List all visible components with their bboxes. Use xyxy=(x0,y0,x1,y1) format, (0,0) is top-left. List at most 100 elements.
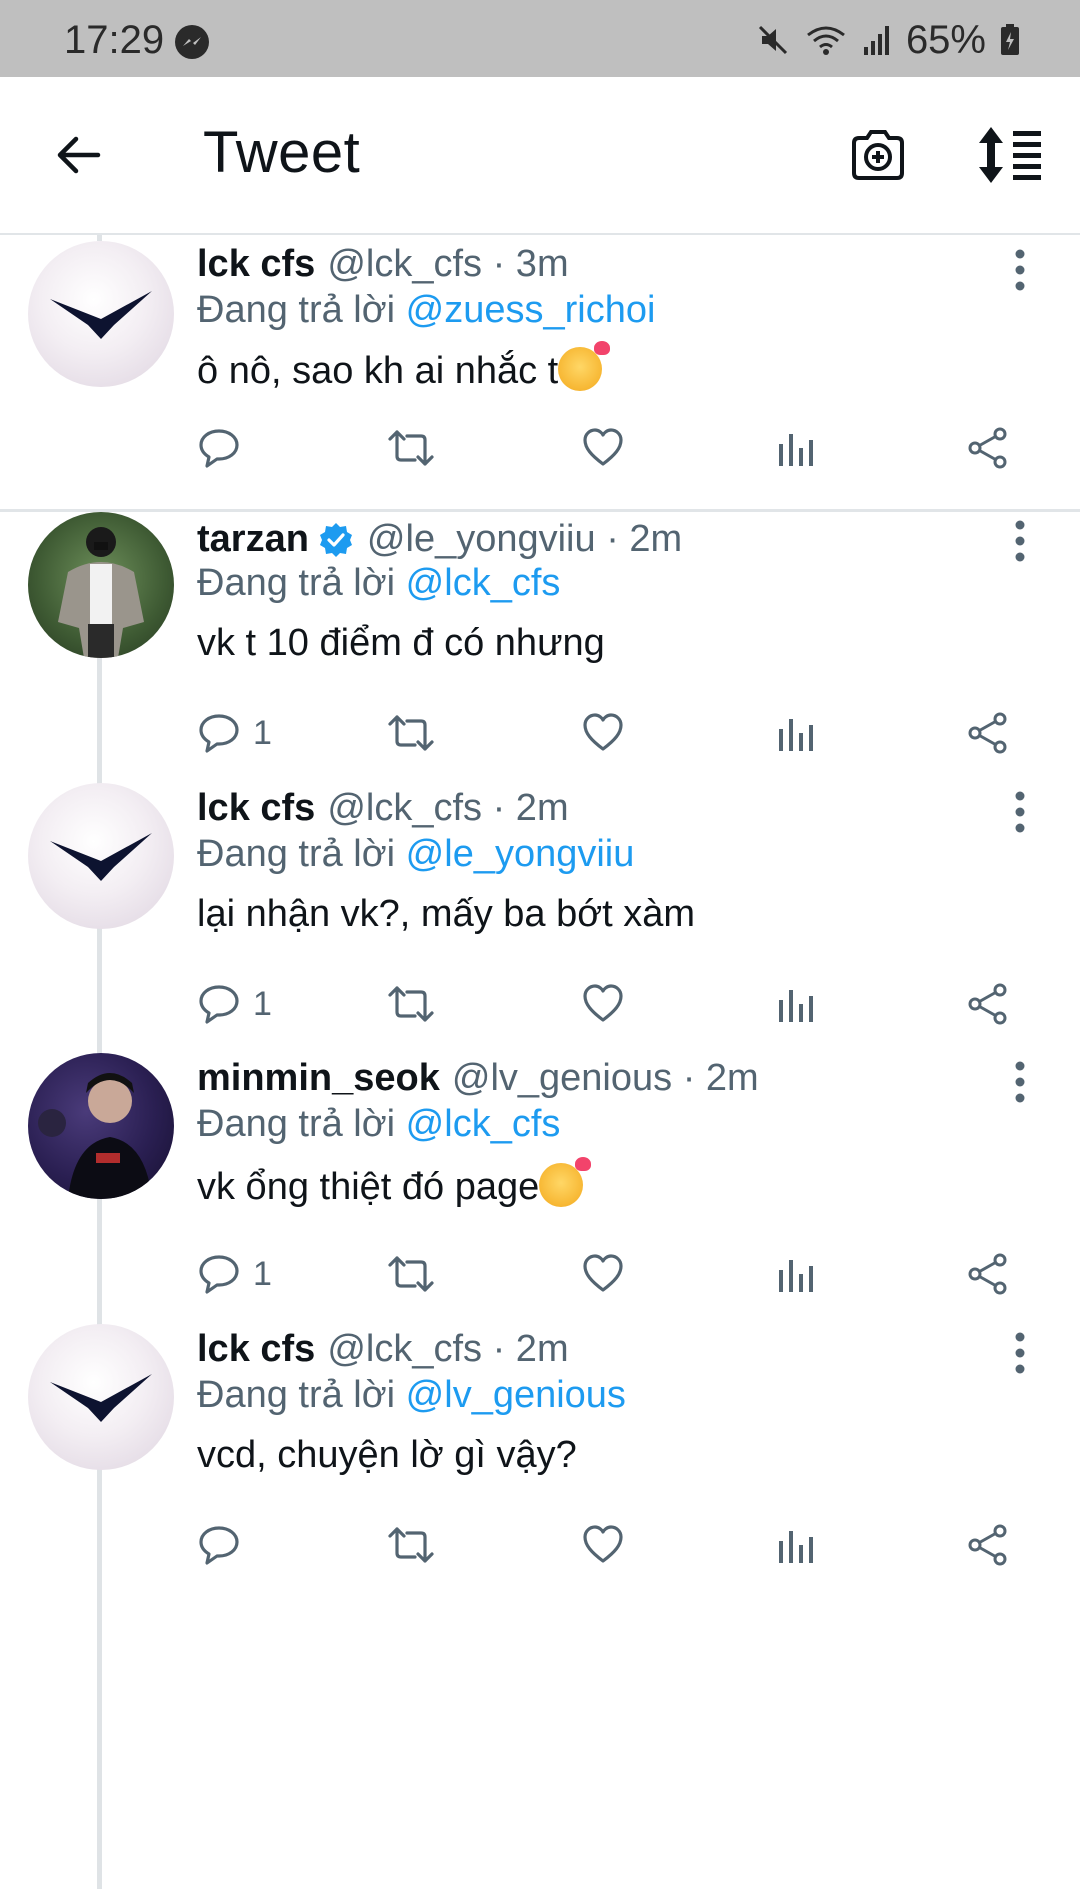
more-options-icon[interactable] xyxy=(1005,1057,1035,1107)
reply-context: Đang trả lời @zuess_richoi xyxy=(197,289,655,332)
retweet-button[interactable] xyxy=(387,1249,435,1299)
user-handle: @lck_cfs xyxy=(327,243,483,285)
reply-mention[interactable]: @le_yongviiu xyxy=(406,833,635,875)
like-button[interactable] xyxy=(581,423,625,473)
retweet-button[interactable] xyxy=(387,1520,435,1570)
tweet-text: vk ổng thiệt đó page xyxy=(197,1157,592,1209)
smiling-face-with-hearts-emoji xyxy=(539,1157,592,1207)
reply-count: 1 xyxy=(253,984,272,1023)
reply-button[interactable] xyxy=(197,1520,253,1570)
status-bar: 17:29 65% xyxy=(0,0,1080,77)
messenger-icon xyxy=(174,24,210,60)
like-button[interactable] xyxy=(581,708,625,758)
analytics-button[interactable] xyxy=(776,1249,816,1299)
like-button[interactable] xyxy=(581,1249,625,1299)
tweet-actions xyxy=(0,423,1080,473)
tweet-time: · 2m xyxy=(682,1057,759,1099)
wifi-icon xyxy=(804,23,848,57)
reply-mention[interactable]: @lv_genious xyxy=(406,1374,626,1416)
back-arrow-icon[interactable] xyxy=(52,129,104,181)
retweet-icon xyxy=(387,1252,435,1296)
heart-icon xyxy=(581,426,625,470)
heart-icon xyxy=(581,1252,625,1296)
analytics-icon xyxy=(776,426,816,470)
avatar[interactable] xyxy=(28,1053,174,1199)
analytics-icon xyxy=(776,982,816,1026)
signal-icon xyxy=(862,23,892,57)
like-button[interactable] xyxy=(581,979,625,1029)
reply-prefix: Đang trả lời xyxy=(197,1374,396,1416)
share-button[interactable] xyxy=(966,1520,1010,1570)
more-options-icon[interactable] xyxy=(1005,787,1035,837)
reply-button[interactable] xyxy=(197,423,253,473)
more-options-icon[interactable] xyxy=(1005,1328,1035,1378)
reply-prefix: Đang trả lời xyxy=(197,1103,396,1145)
avatar[interactable] xyxy=(28,783,174,929)
heart-icon xyxy=(581,982,625,1026)
share-icon xyxy=(966,982,1010,1026)
reply-icon xyxy=(197,1523,241,1567)
reply-mention[interactable]: @zuess_richoi xyxy=(406,289,656,331)
share-button[interactable] xyxy=(966,979,1010,1029)
display-name[interactable]: minmin_seok xyxy=(197,1057,440,1100)
tweet-header: lck cfs @lck_cfs · 3m xyxy=(197,243,569,286)
reply-context: Đang trả lời @lck_cfs xyxy=(197,1103,560,1146)
tweet-actions xyxy=(0,1520,1080,1570)
reply-mention[interactable]: @lck_cfs xyxy=(406,1103,561,1145)
reply-icon xyxy=(197,982,241,1026)
verified-badge-icon xyxy=(317,521,355,559)
tweet-time: · 2m xyxy=(606,518,683,560)
retweet-button[interactable] xyxy=(387,708,435,758)
display-name[interactable]: lck cfs xyxy=(197,1328,315,1371)
avatar[interactable] xyxy=(28,512,174,658)
camera-add-icon[interactable] xyxy=(848,125,908,185)
status-time: 17:29 xyxy=(64,18,165,62)
reply-button[interactable]: 1 xyxy=(197,1249,272,1299)
analytics-icon xyxy=(776,711,816,755)
reply-context: Đang trả lời @lv_genious xyxy=(197,1374,626,1417)
display-name[interactable]: tarzan xyxy=(197,518,309,561)
share-button[interactable] xyxy=(966,423,1010,473)
retweet-icon xyxy=(387,982,435,1026)
reply-prefix: Đang trả lời xyxy=(197,562,396,604)
display-name[interactable]: lck cfs xyxy=(197,243,315,286)
avatar[interactable] xyxy=(28,1324,174,1470)
reply-button[interactable]: 1 xyxy=(197,708,272,758)
share-button[interactable] xyxy=(966,1249,1010,1299)
page-title: Tweet xyxy=(203,120,361,185)
tweet-header: minmin_seok @lv_genious · 2m xyxy=(197,1057,759,1100)
reply-icon xyxy=(197,711,241,755)
tweet-header: tarzan @le_yongviiu · 2m xyxy=(197,518,682,561)
display-name[interactable]: lck cfs xyxy=(197,787,315,830)
reply-context: Đang trả lời @lck_cfs xyxy=(197,562,560,605)
sort-icon[interactable] xyxy=(975,125,1047,185)
share-icon xyxy=(966,1252,1010,1296)
reply-count: 1 xyxy=(253,1254,272,1293)
more-options-icon[interactable] xyxy=(1005,245,1035,295)
retweet-icon xyxy=(387,1523,435,1567)
analytics-button[interactable] xyxy=(776,708,816,758)
battery-percent: 65% xyxy=(905,17,986,62)
reply-prefix: Đang trả lời xyxy=(197,833,396,875)
reply-mention[interactable]: @lck_cfs xyxy=(406,562,561,604)
analytics-button[interactable] xyxy=(776,423,816,473)
reply-count: 1 xyxy=(253,713,272,752)
reply-prefix: Đang trả lời xyxy=(197,289,396,331)
reply-button[interactable]: 1 xyxy=(197,979,272,1029)
app-bar: Tweet xyxy=(0,77,1080,235)
user-handle: @lck_cfs xyxy=(327,1328,483,1370)
tweet-time: · 2m xyxy=(492,787,569,829)
analytics-icon xyxy=(776,1523,816,1567)
retweet-button[interactable] xyxy=(387,423,435,473)
more-options-icon[interactable] xyxy=(1005,516,1035,566)
avatar[interactable] xyxy=(28,241,174,387)
retweet-icon xyxy=(387,426,435,470)
like-button[interactable] xyxy=(581,1520,625,1570)
tweet-text: vcd, chuyện lờ gì vậy? xyxy=(197,1434,577,1476)
analytics-button[interactable] xyxy=(776,979,816,1029)
tweet-text: vk t 10 điểm đ có nhưng xyxy=(197,622,605,664)
share-button[interactable] xyxy=(966,708,1010,758)
analytics-button[interactable] xyxy=(776,1520,816,1570)
analytics-icon xyxy=(776,1252,816,1296)
retweet-button[interactable] xyxy=(387,979,435,1029)
